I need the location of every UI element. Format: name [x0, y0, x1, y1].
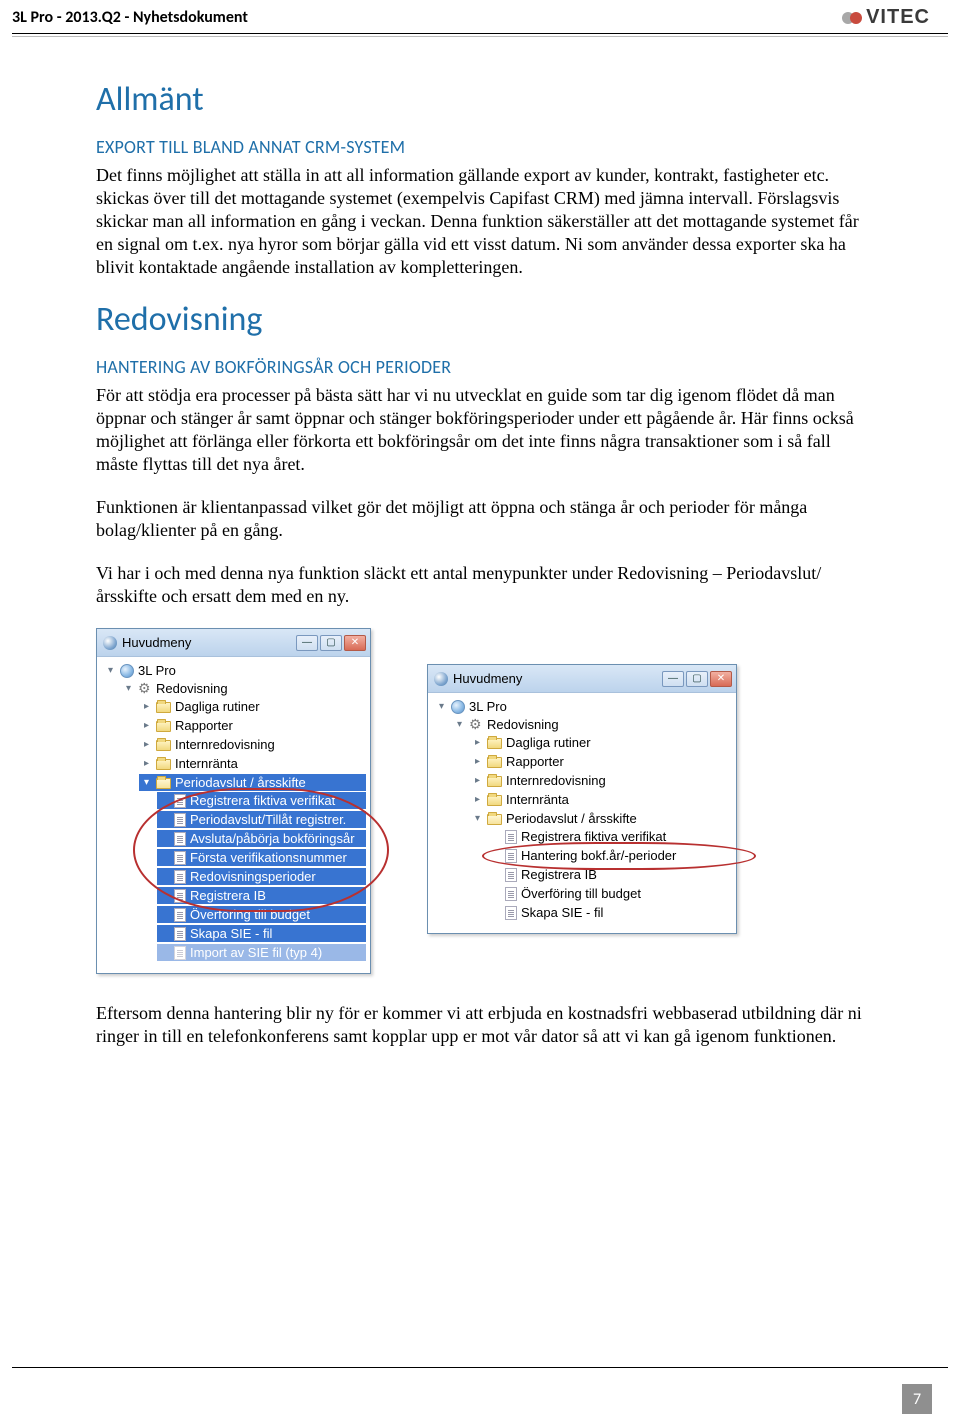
tree-item[interactable]: ▸Internränta — [470, 791, 732, 808]
doc-icon — [174, 889, 186, 903]
screenshot-row: Huvudmeny — ▢ ✕ ▾3L Pro ▾Redovisning — [96, 628, 864, 974]
window-buttons: — ▢ ✕ — [662, 671, 732, 687]
tree-item[interactable]: Skapa SIE - fil — [157, 925, 366, 942]
close-button[interactable]: ✕ — [710, 671, 732, 687]
folder-open-icon — [487, 814, 502, 825]
globe-icon — [120, 664, 134, 678]
tree-item[interactable]: ▾Periodavslut / årsskifte — [470, 810, 732, 827]
tree-item[interactable]: ▸Internredovisning — [470, 772, 732, 789]
folder-icon — [156, 702, 171, 713]
app-icon — [434, 672, 448, 686]
tree-left: ▾3L Pro ▾Redovisning ▸Dagliga rutiner ▸R… — [97, 657, 370, 973]
tree-item[interactable]: Registrera IB — [157, 887, 366, 904]
section-sub-crm: EXPORT TILL BLAND ANNAT CRM-SYSTEM — [96, 136, 864, 158]
window-huvudmeny-left: Huvudmeny — ▢ ✕ ▾3L Pro ▾Redovisning — [96, 628, 371, 974]
tree-item[interactable]: Registrera fiktiva verifikat — [157, 792, 366, 809]
section-sub-hantering: HANTERING AV BOKFÖRINGSÅR OCH PERIODER — [96, 356, 864, 378]
section-title-redovisning: Redovisning — [96, 299, 864, 340]
folder-icon — [487, 738, 502, 749]
window-buttons: — ▢ ✕ — [296, 635, 366, 651]
minimize-button[interactable]: — — [662, 671, 684, 687]
doc-icon — [505, 906, 517, 920]
doc-icon — [505, 830, 517, 844]
tree-item[interactable]: ▸Rapporter — [139, 717, 366, 734]
logo-text: VITEC — [866, 6, 930, 29]
para-crm: Det finns möjlighet att ställa in att al… — [96, 164, 864, 279]
folder-icon — [487, 776, 502, 787]
brand-logo: VITEC — [842, 6, 930, 29]
content: Allmänt EXPORT TILL BLAND ANNAT CRM-SYST… — [0, 37, 960, 1048]
tree-item[interactable]: Skapa SIE - fil — [488, 904, 732, 921]
para-hantering-2: Funktionen är klientanpassad vilket gör … — [96, 496, 864, 542]
globe-icon — [451, 700, 465, 714]
tree-item[interactable]: ▸Dagliga rutiner — [139, 698, 366, 715]
tree-item-selected[interactable]: ▾Periodavslut / årsskifte — [139, 774, 366, 791]
maximize-button[interactable]: ▢ — [686, 671, 708, 687]
folder-open-icon — [156, 778, 171, 789]
doc-icon — [505, 868, 517, 882]
logo-icon — [842, 8, 862, 28]
maximize-button[interactable]: ▢ — [320, 635, 342, 651]
gear-icon — [469, 718, 483, 732]
tree-item[interactable]: Hantering bokf.år/-perioder — [488, 847, 732, 864]
tree-root[interactable]: ▾3L Pro — [103, 662, 366, 679]
tree-item[interactable]: Periodavslut/Tillåt registrer. — [157, 811, 366, 828]
doc-title: 3L Pro - 2013.Q2 - Nyhetsdokument — [12, 8, 248, 27]
doc-icon — [174, 851, 186, 865]
doc-icon — [174, 946, 186, 960]
tree-item[interactable]: Avsluta/påbörja bokföringsår — [157, 830, 366, 847]
close-button[interactable]: ✕ — [344, 635, 366, 651]
tree-item[interactable]: Överföring till budget — [488, 885, 732, 902]
para-training: Eftersom denna hantering blir ny för er … — [96, 1002, 864, 1048]
doc-icon — [505, 887, 517, 901]
tree-right: ▾3L Pro ▾Redovisning ▸Dagliga rutiner ▸R… — [428, 693, 736, 933]
tree-item[interactable]: ▸Internredovisning — [139, 736, 366, 753]
app-icon — [103, 636, 117, 650]
tree-redovisning[interactable]: ▾Redovisning — [452, 716, 732, 733]
para-hantering-1: För att stödja era processer på bästa sä… — [96, 384, 864, 476]
page-header: 3L Pro - 2013.Q2 - Nyhetsdokument VITEC — [0, 0, 960, 29]
folder-icon — [156, 721, 171, 732]
doc-icon — [174, 927, 186, 941]
page-number: 7 — [902, 1384, 932, 1414]
doc-icon — [174, 794, 186, 808]
tree-item[interactable]: Överföring till budget — [157, 906, 366, 923]
tree-item[interactable]: ▸Internränta — [139, 755, 366, 772]
section-title-allmant: Allmänt — [96, 79, 864, 120]
folder-icon — [156, 759, 171, 770]
header-rule-1 — [12, 33, 948, 34]
tree-item[interactable]: ▸Rapporter — [470, 753, 732, 770]
folder-icon — [487, 795, 502, 806]
footer-rule — [12, 1367, 948, 1368]
doc-icon — [174, 813, 186, 827]
tree-redovisning[interactable]: ▾Redovisning — [121, 680, 366, 697]
window-title-right: Huvudmeny — [453, 671, 522, 686]
doc-icon — [174, 832, 186, 846]
folder-icon — [156, 740, 171, 751]
window-huvudmeny-right: Huvudmeny — ▢ ✕ ▾3L Pro ▾Redovisning — [427, 664, 737, 934]
circled-item-right: Hantering bokf.år/-perioder — [488, 846, 732, 865]
tree-item[interactable]: Redovisningsperioder — [157, 868, 366, 885]
tree-item[interactable]: ▸Dagliga rutiner — [470, 734, 732, 751]
tree-item[interactable]: Registrera fiktiva verifikat — [488, 828, 732, 845]
tree-item[interactable]: Första verifikationsnummer — [157, 849, 366, 866]
tree-root[interactable]: ▾3L Pro — [434, 698, 732, 715]
doc-icon — [174, 870, 186, 884]
folder-icon — [487, 757, 502, 768]
titlebar-right: Huvudmeny — ▢ ✕ — [428, 665, 736, 693]
para-hantering-3: Vi har i och med denna nya funktion släc… — [96, 562, 864, 608]
gear-icon — [138, 682, 152, 696]
minimize-button[interactable]: — — [296, 635, 318, 651]
tree-item[interactable]: Registrera IB — [488, 866, 732, 883]
circled-group-left: Registrera fiktiva verifikat Periodavslu… — [139, 791, 366, 962]
doc-icon — [505, 849, 517, 863]
doc-icon — [174, 908, 186, 922]
window-title-left: Huvudmeny — [122, 635, 191, 650]
tree-item[interactable]: Import av SIE fil (typ 4) — [157, 944, 366, 961]
titlebar-left: Huvudmeny — ▢ ✕ — [97, 629, 370, 657]
